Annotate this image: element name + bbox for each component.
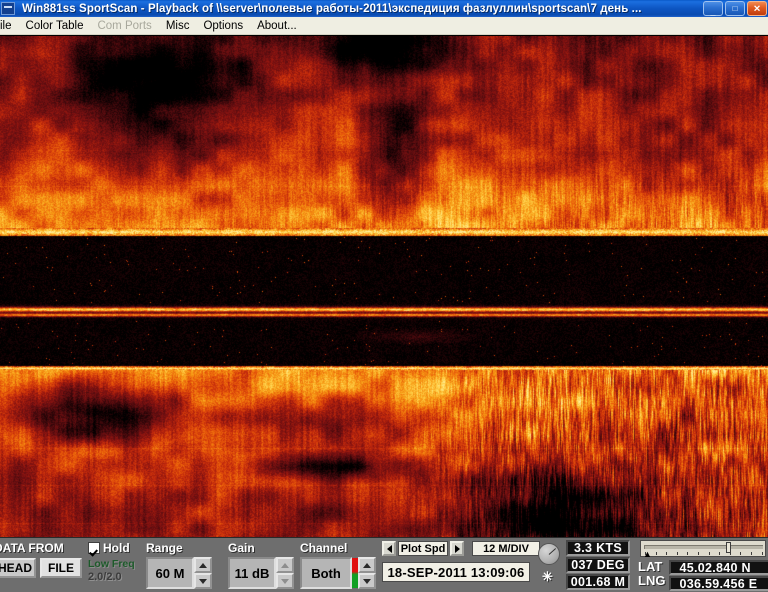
menu-item-misc-label: Misc [165,19,190,32]
data-from-group: DATA FROM HEAD FILE [0,541,82,578]
gain-value-field[interactable]: 11 dB [228,557,276,589]
sonar-app-icon [1,2,15,15]
menu-item-about[interactable]: About... [250,19,304,33]
timestamp-value: 18-SEP-2011 13:09:06 [387,564,525,580]
data-from-head-label: HEAD [0,561,32,575]
chevron-up-icon [363,562,371,568]
gain-group: Gain 11 dB [228,541,294,589]
channel-stepper-up[interactable] [358,557,376,573]
range-stepper-down[interactable] [194,573,212,589]
channel-value: Both [311,565,341,581]
application-window: Win881ss SportScan - Playback of \\serve… [0,0,768,592]
low-freq-label: Low Freq [88,558,135,570]
plot-scale-field[interactable]: 12 M/DIV [472,541,540,556]
channel-value-field[interactable]: Both [300,557,352,589]
slider-rail [644,545,763,549]
plot-group: Plot Spd 12 M/DIV 18-SEP-2011 13:09:06 [382,541,540,582]
minimize-button[interactable]: _ [703,1,723,16]
close-icon: ✕ [753,3,761,13]
heading-readout: 037 DEG [566,557,630,573]
menu-item-file[interactable]: ile [0,19,19,33]
range-label: Range [146,541,183,555]
sonar-canvas[interactable] [0,36,768,537]
hold-group: Hold Low Freq 2.0/2.0 [88,541,135,583]
depth-value: 001.68 M [570,575,626,589]
gain-stepper-down[interactable] [276,573,294,589]
menu-item-options-label: Options [203,19,244,32]
speed-value: 3.3 KTS [574,541,622,555]
data-from-label: DATA FROM [0,541,64,555]
lng-readout: 036.59.456 E [669,576,768,591]
heading-gauge-icon [538,543,560,565]
gain-stepper[interactable] [276,557,294,589]
lat-value: 45.02.840 N [679,560,751,575]
gauge-group: ✳ [538,543,560,583]
plot-mode-field[interactable]: Plot Spd [398,541,448,556]
chevron-up-icon [199,562,207,568]
data-from-file-button[interactable]: FILE [40,558,82,578]
data-from-file-label: FILE [48,561,74,575]
chevron-down-icon [281,578,289,584]
range-value: 60 M [155,565,185,581]
menu-item-options[interactable]: Options [196,19,250,33]
range-value-field[interactable]: 60 M [146,557,194,589]
gain-stepper-up[interactable] [276,557,294,573]
low-freq-value: 2.0/2.0 [88,571,122,583]
plot-scale-value: 12 M/DIV [483,542,529,555]
window-controls: _ □ ✕ [703,1,767,16]
lng-value: 036.59.456 E [679,576,758,591]
sonar-waterfall-display[interactable] [0,36,768,537]
chevron-down-icon [363,578,371,584]
timestamp-field: 18-SEP-2011 13:09:06 [382,562,530,582]
maximize-icon: □ [732,3,738,13]
menu-item-misc[interactable]: Misc [159,19,197,33]
lat-readout: 45.02.840 N [669,560,768,575]
arrow-right-icon [454,544,460,553]
close-button[interactable]: ✕ [747,1,767,16]
hold-checkbox[interactable] [88,542,100,554]
data-from-head-button[interactable]: HEAD [0,558,36,578]
heading-value: 037 DEG [571,558,625,572]
speed-readout: 3.3 KTS [566,540,630,556]
menu-item-about-label: About... [257,19,297,32]
menu-item-file-label: ile [0,19,12,32]
gauge-needle [548,548,557,555]
channel-label: Channel [300,541,348,555]
slider-ticks [645,552,763,556]
lng-label: LNG [638,573,666,588]
title-bar: Win881ss SportScan - Playback of \\serve… [0,0,768,17]
menu-item-color-table-label: Color Table [25,19,84,32]
window-title: Win881ss SportScan - Playback of \\serve… [22,2,642,15]
position-group: LAT LNG 45.02.840 N 036.59.456 E [638,560,768,591]
chevron-up-icon [281,562,289,568]
menu-bar: ile Color Table Com Ports Misc Options A… [0,17,768,35]
range-group: Range 60 M [146,541,212,589]
channel-group: Channel Both [300,541,376,589]
gain-label: Gain [228,541,255,555]
menu-item-com-ports: Com Ports [90,19,158,33]
menu-item-com-ports-label: Com Ports [97,19,152,32]
range-stepper-up[interactable] [194,557,212,573]
gain-value: 11 dB [234,565,270,581]
range-stepper[interactable] [194,557,212,589]
menu-item-color-table[interactable]: Color Table [19,19,91,33]
arrow-left-icon [386,544,392,553]
lat-label: LAT [638,559,663,574]
plot-prev-button[interactable] [382,541,396,556]
trackbar-group: ▲ [640,540,766,559]
plot-mode-value: Plot Spd [400,542,446,555]
readouts-group: 3.3 KTS 037 DEG 001.68 M [566,540,630,590]
recording-star-icon: ✳ [542,569,553,584]
chevron-down-icon [199,578,207,584]
channel-stepper-down[interactable] [358,573,376,589]
depth-readout: 001.68 M [566,574,630,590]
plot-next-button[interactable] [450,541,464,556]
contrast-slider[interactable]: ▲ [640,540,766,559]
hold-label: Hold [103,541,130,555]
minimize-icon: _ [710,6,716,16]
channel-stepper[interactable] [358,557,376,589]
maximize-button[interactable]: □ [725,1,745,16]
control-panel: DATA FROM HEAD FILE Hold Low Freq 2.0/2.… [0,537,768,592]
